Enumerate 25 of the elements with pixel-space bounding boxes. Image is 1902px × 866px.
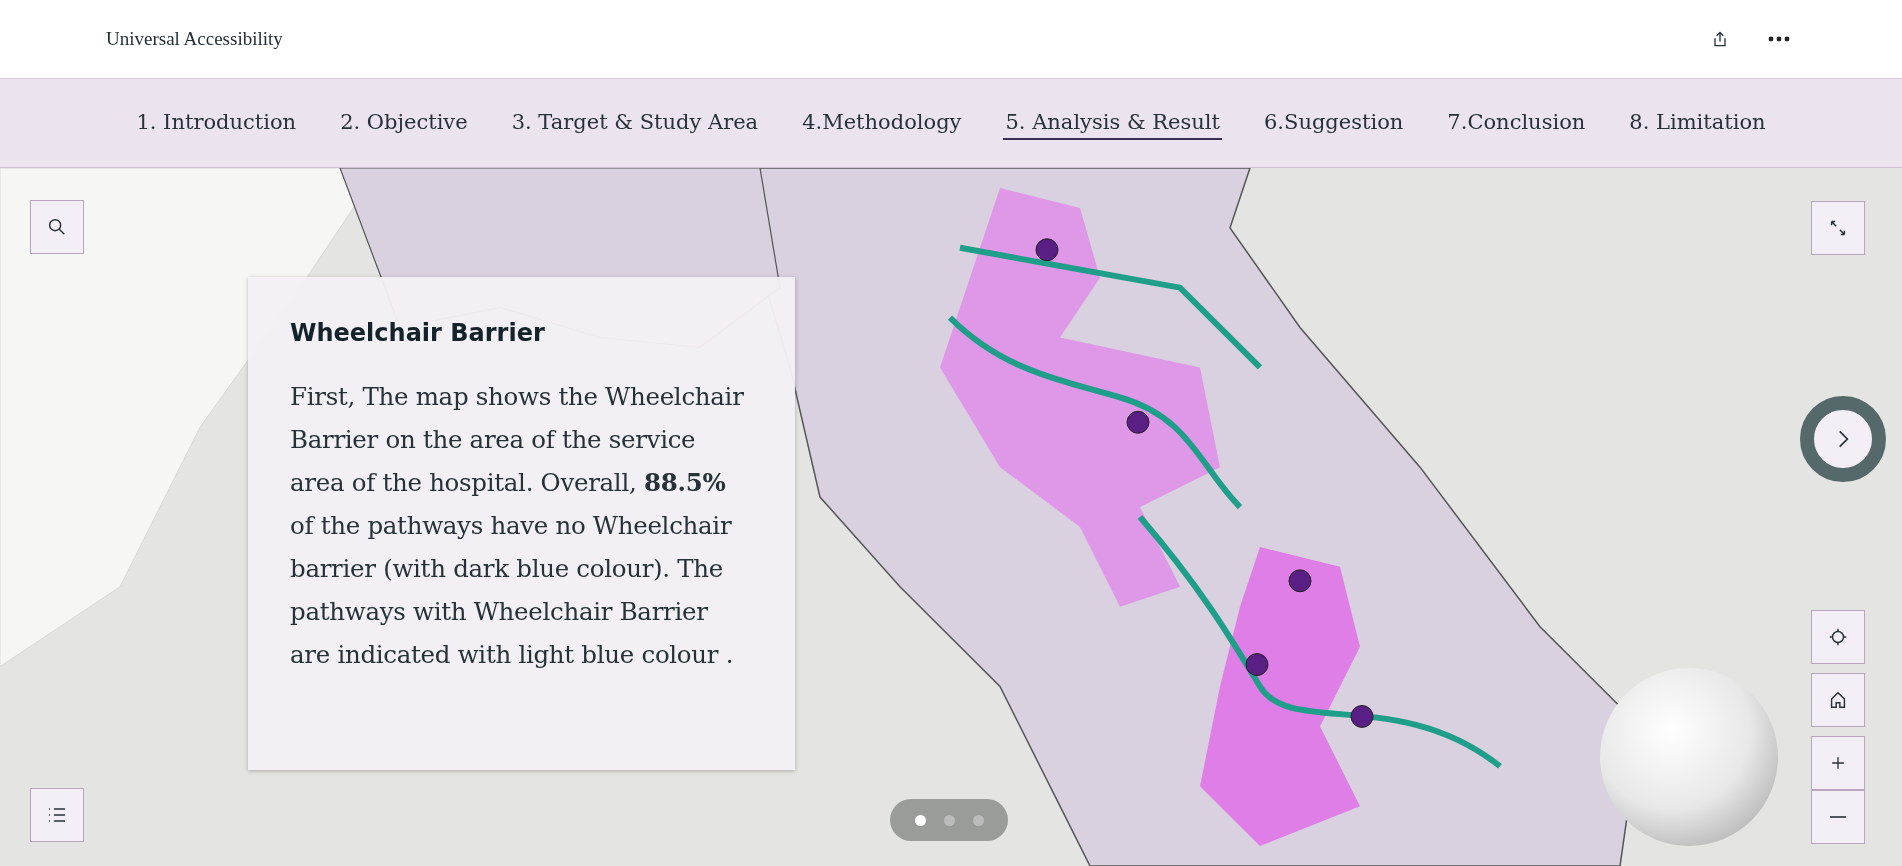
nav-tab[interactable]: 3. Target & Study Area (509, 106, 761, 140)
panel-text: First, The map shows the Wheelchair Barrier on the area of the service area of the hospital. Overall, 88.5% of the pathways have no Wheelchair barrier (with dark blue colour). The pathways with Wheelchair Barrier are indicated with light blue colour . (290, 381, 745, 671)
nav-tab[interactable]: 2. Objective (338, 106, 470, 140)
legend-button[interactable] (30, 788, 84, 842)
crosshair-icon (1827, 626, 1849, 648)
zoom-in-button[interactable] (1811, 736, 1865, 790)
locate-button[interactable] (1811, 610, 1865, 664)
nav-tab[interactable]: 7.Conclusion (1445, 106, 1588, 140)
nav-tab[interactable]: 1. Introduction (134, 106, 299, 140)
nav-tab[interactable]: 6.Suggestion (1262, 106, 1406, 140)
search-icon (46, 216, 68, 238)
more-icon (1768, 36, 1790, 42)
pager-dot[interactable] (943, 814, 955, 826)
pager-dot[interactable] (914, 814, 926, 826)
nav-tab[interactable]: 4.Methodology (800, 106, 964, 140)
search-button[interactable] (30, 200, 84, 254)
nav-tab[interactable]: 5. Analysis & Result (1003, 106, 1222, 140)
zoom-out-button[interactable] (1811, 790, 1865, 844)
minus-icon (1830, 816, 1846, 818)
nav-tab[interactable]: 8. Limitation (1627, 106, 1768, 140)
panel-title: Wheelchair Barrier (290, 319, 546, 347)
pager-dot[interactable] (972, 814, 984, 826)
story-title: Universal Accessibility (106, 28, 284, 50)
fullscreen-button[interactable] (1811, 201, 1865, 255)
home-button[interactable] (1811, 673, 1865, 727)
